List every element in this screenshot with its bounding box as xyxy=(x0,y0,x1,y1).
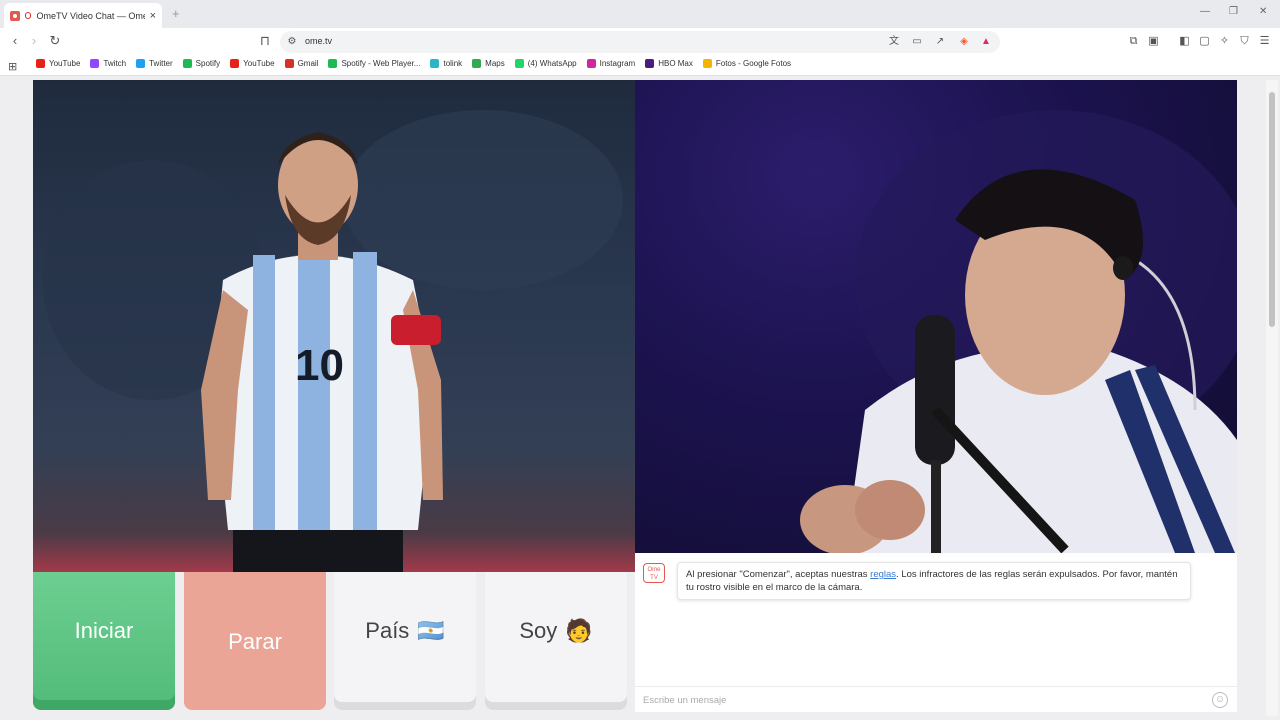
close-window-icon[interactable]: ✕ xyxy=(1259,6,1267,17)
message-input[interactable] xyxy=(643,692,1203,708)
bookmark-item[interactable]: YouTube xyxy=(230,59,275,68)
bookmark-favicon-icon xyxy=(182,59,192,68)
bookmark-label: Spotify - Web Player... xyxy=(341,59,421,68)
bookmark-label: (4) WhatsApp xyxy=(527,59,577,68)
bookmark-list: YouTube Twitch Twitter Spotify YouTube Gmail S… xyxy=(36,59,791,68)
browser-tab[interactable]: OmeTV Video Chat — Omeg × xyxy=(4,3,162,28)
person-emoji-icon: 🧑 xyxy=(565,618,593,643)
new-tab-button[interactable]: + xyxy=(172,6,180,21)
brave-shields-icon[interactable]: ◈ xyxy=(958,36,970,48)
start-button[interactable]: Iniciar xyxy=(33,572,175,710)
bookmark-favicon-icon xyxy=(284,59,294,68)
reload-icon[interactable]: ↻ xyxy=(48,34,62,48)
bookmark-item[interactable]: HBO Max xyxy=(645,59,693,68)
bookmark-label: Fotos - Google Fotos xyxy=(715,59,792,68)
chat-input-bar: ☺ xyxy=(635,686,1237,712)
bookmark-icon[interactable]: ⊓ xyxy=(258,34,272,48)
browser-toolbar: ‹ › ↻ ⊓ ⚙ ome.tv 文 ▭ ↗ ◈ ▲ ⧉ ▣ ◧ ▢ ✧ ⛉ ☰ xyxy=(0,28,1280,56)
url-text: ome.tv xyxy=(305,36,333,46)
bookmark-favicon-icon xyxy=(328,59,338,68)
apps-grid-icon[interactable]: ⊞ xyxy=(8,60,17,73)
tab-close-icon[interactable]: × xyxy=(150,10,156,22)
gender-button-label: Soy xyxy=(519,618,558,643)
chat-panel: Ome TV Al presionar "Comenzar", aceptas … xyxy=(635,553,1237,712)
stranger-webcam-image xyxy=(800,110,1237,553)
bookmark-label: Twitch xyxy=(103,59,127,68)
site-settings-icon[interactable]: ⚙ xyxy=(286,36,298,48)
share-icon[interactable]: ↗ xyxy=(934,36,946,48)
bookmark-label: YouTube xyxy=(243,59,275,68)
bookmark-label: YouTube xyxy=(49,59,81,68)
svg-text:10: 10 xyxy=(295,341,344,390)
bookmark-item[interactable]: tolink xyxy=(430,59,462,68)
bookmark-favicon-icon xyxy=(702,59,712,68)
bookmark-label: Spotify xyxy=(195,59,221,68)
bookmark-label: Instagram xyxy=(599,59,636,68)
recording-indicator-icon xyxy=(24,12,32,19)
system-message: Al presionar "Comenzar", aceptas nuestra… xyxy=(677,562,1191,600)
menu-icon[interactable]: ☰ xyxy=(1258,35,1271,48)
translate-icon[interactable]: 文 xyxy=(888,36,900,48)
ometv-logo-icon: Ome TV xyxy=(643,563,665,583)
bookmark-label: Twitter xyxy=(149,59,173,68)
bookmark-label: Gmail xyxy=(297,59,319,68)
vpn-icon[interactable]: ⛉ xyxy=(1238,35,1251,48)
reader-icon[interactable]: ▣ xyxy=(1147,35,1160,48)
forward-icon[interactable]: › xyxy=(27,34,41,48)
stop-button-label: Parar xyxy=(228,629,282,654)
bookmark-favicon-icon xyxy=(136,59,146,68)
bookmark-item[interactable]: YouTube xyxy=(36,59,80,68)
bookmark-favicon-icon xyxy=(472,59,482,68)
player-photo-image: 10 xyxy=(43,110,623,572)
start-button-label: Iniciar xyxy=(74,618,134,643)
bookmark-favicon-icon xyxy=(645,59,655,68)
sidebar-icon[interactable]: ◧ xyxy=(1178,35,1191,48)
bookmark-item[interactable]: (4) WhatsApp xyxy=(514,59,577,68)
bookmark-favicon-icon xyxy=(514,59,524,68)
bookmark-favicon-icon xyxy=(36,59,45,68)
emoji-picker-icon[interactable]: ☺ xyxy=(1212,692,1228,708)
gender-button[interactable]: Soy 🧑 xyxy=(485,572,627,710)
bookmark-item[interactable]: Spotify - Web Player... xyxy=(328,59,420,68)
argentina-flag-icon: 🇦🇷 xyxy=(417,618,445,643)
bookmark-item[interactable]: Spotify xyxy=(182,59,221,68)
country-button-label: País xyxy=(365,618,410,643)
tab-strip: OmeTV Video Chat — Omeg × + — ❐ ✕ xyxy=(0,0,1280,28)
brave-rewards-icon[interactable]: ▲ xyxy=(980,36,992,48)
wallet-icon[interactable]: ▢ xyxy=(1198,35,1211,48)
bookmark-item[interactable]: Twitter xyxy=(136,59,173,68)
back-icon[interactable]: ‹ xyxy=(8,34,22,48)
bookmark-favicon-icon xyxy=(90,59,100,68)
remote-video xyxy=(635,80,1237,553)
scrollbar-thumb[interactable] xyxy=(1269,92,1275,327)
bookmark-label: HBO Max xyxy=(658,59,693,68)
tab-title: OmeTV Video Chat — Omeg xyxy=(36,10,145,21)
bookmark-item[interactable]: Twitch xyxy=(90,59,126,68)
bookmark-favicon-icon xyxy=(430,59,440,68)
bookmark-favicon-icon xyxy=(230,59,240,68)
bookmark-item[interactable]: Fotos - Google Fotos xyxy=(702,59,792,68)
minimize-icon[interactable]: — xyxy=(1200,6,1210,17)
address-bar[interactable]: ⚙ ome.tv 文 ▭ ↗ ◈ ▲ xyxy=(280,31,1000,53)
country-button[interactable]: País 🇦🇷 xyxy=(334,572,476,710)
rules-prefix: Al presionar "Comenzar", aceptas nuestra… xyxy=(686,569,871,580)
bookmark-label: tolink xyxy=(443,59,463,68)
leo-ai-icon[interactable]: ✧ xyxy=(1218,35,1231,48)
bookmark-item[interactable]: Maps xyxy=(472,59,505,68)
ometv-favicon-icon xyxy=(10,10,20,21)
stop-button[interactable]: Parar xyxy=(184,572,326,710)
rules-link[interactable]: reglas xyxy=(870,569,896,580)
local-video: 10 xyxy=(33,80,635,572)
page-scrollbar[interactable] xyxy=(1266,80,1278,716)
bookmark-label: Maps xyxy=(485,59,505,68)
bookmark-item[interactable]: Gmail xyxy=(284,59,319,68)
bookmarks-bar: ⊞ YouTube Twitch Twitter Spotify YouTube Gmai… xyxy=(0,56,1280,76)
control-buttons: Iniciar Parar País 🇦🇷 Soy 🧑 xyxy=(33,572,635,712)
bookmark-favicon-icon xyxy=(586,59,596,68)
bookmark-item[interactable]: Instagram xyxy=(586,59,636,68)
cast-icon[interactable]: ▭ xyxy=(911,36,923,48)
restore-icon[interactable]: ❐ xyxy=(1229,6,1238,17)
extensions-icon[interactable]: ⧉ xyxy=(1127,35,1140,48)
